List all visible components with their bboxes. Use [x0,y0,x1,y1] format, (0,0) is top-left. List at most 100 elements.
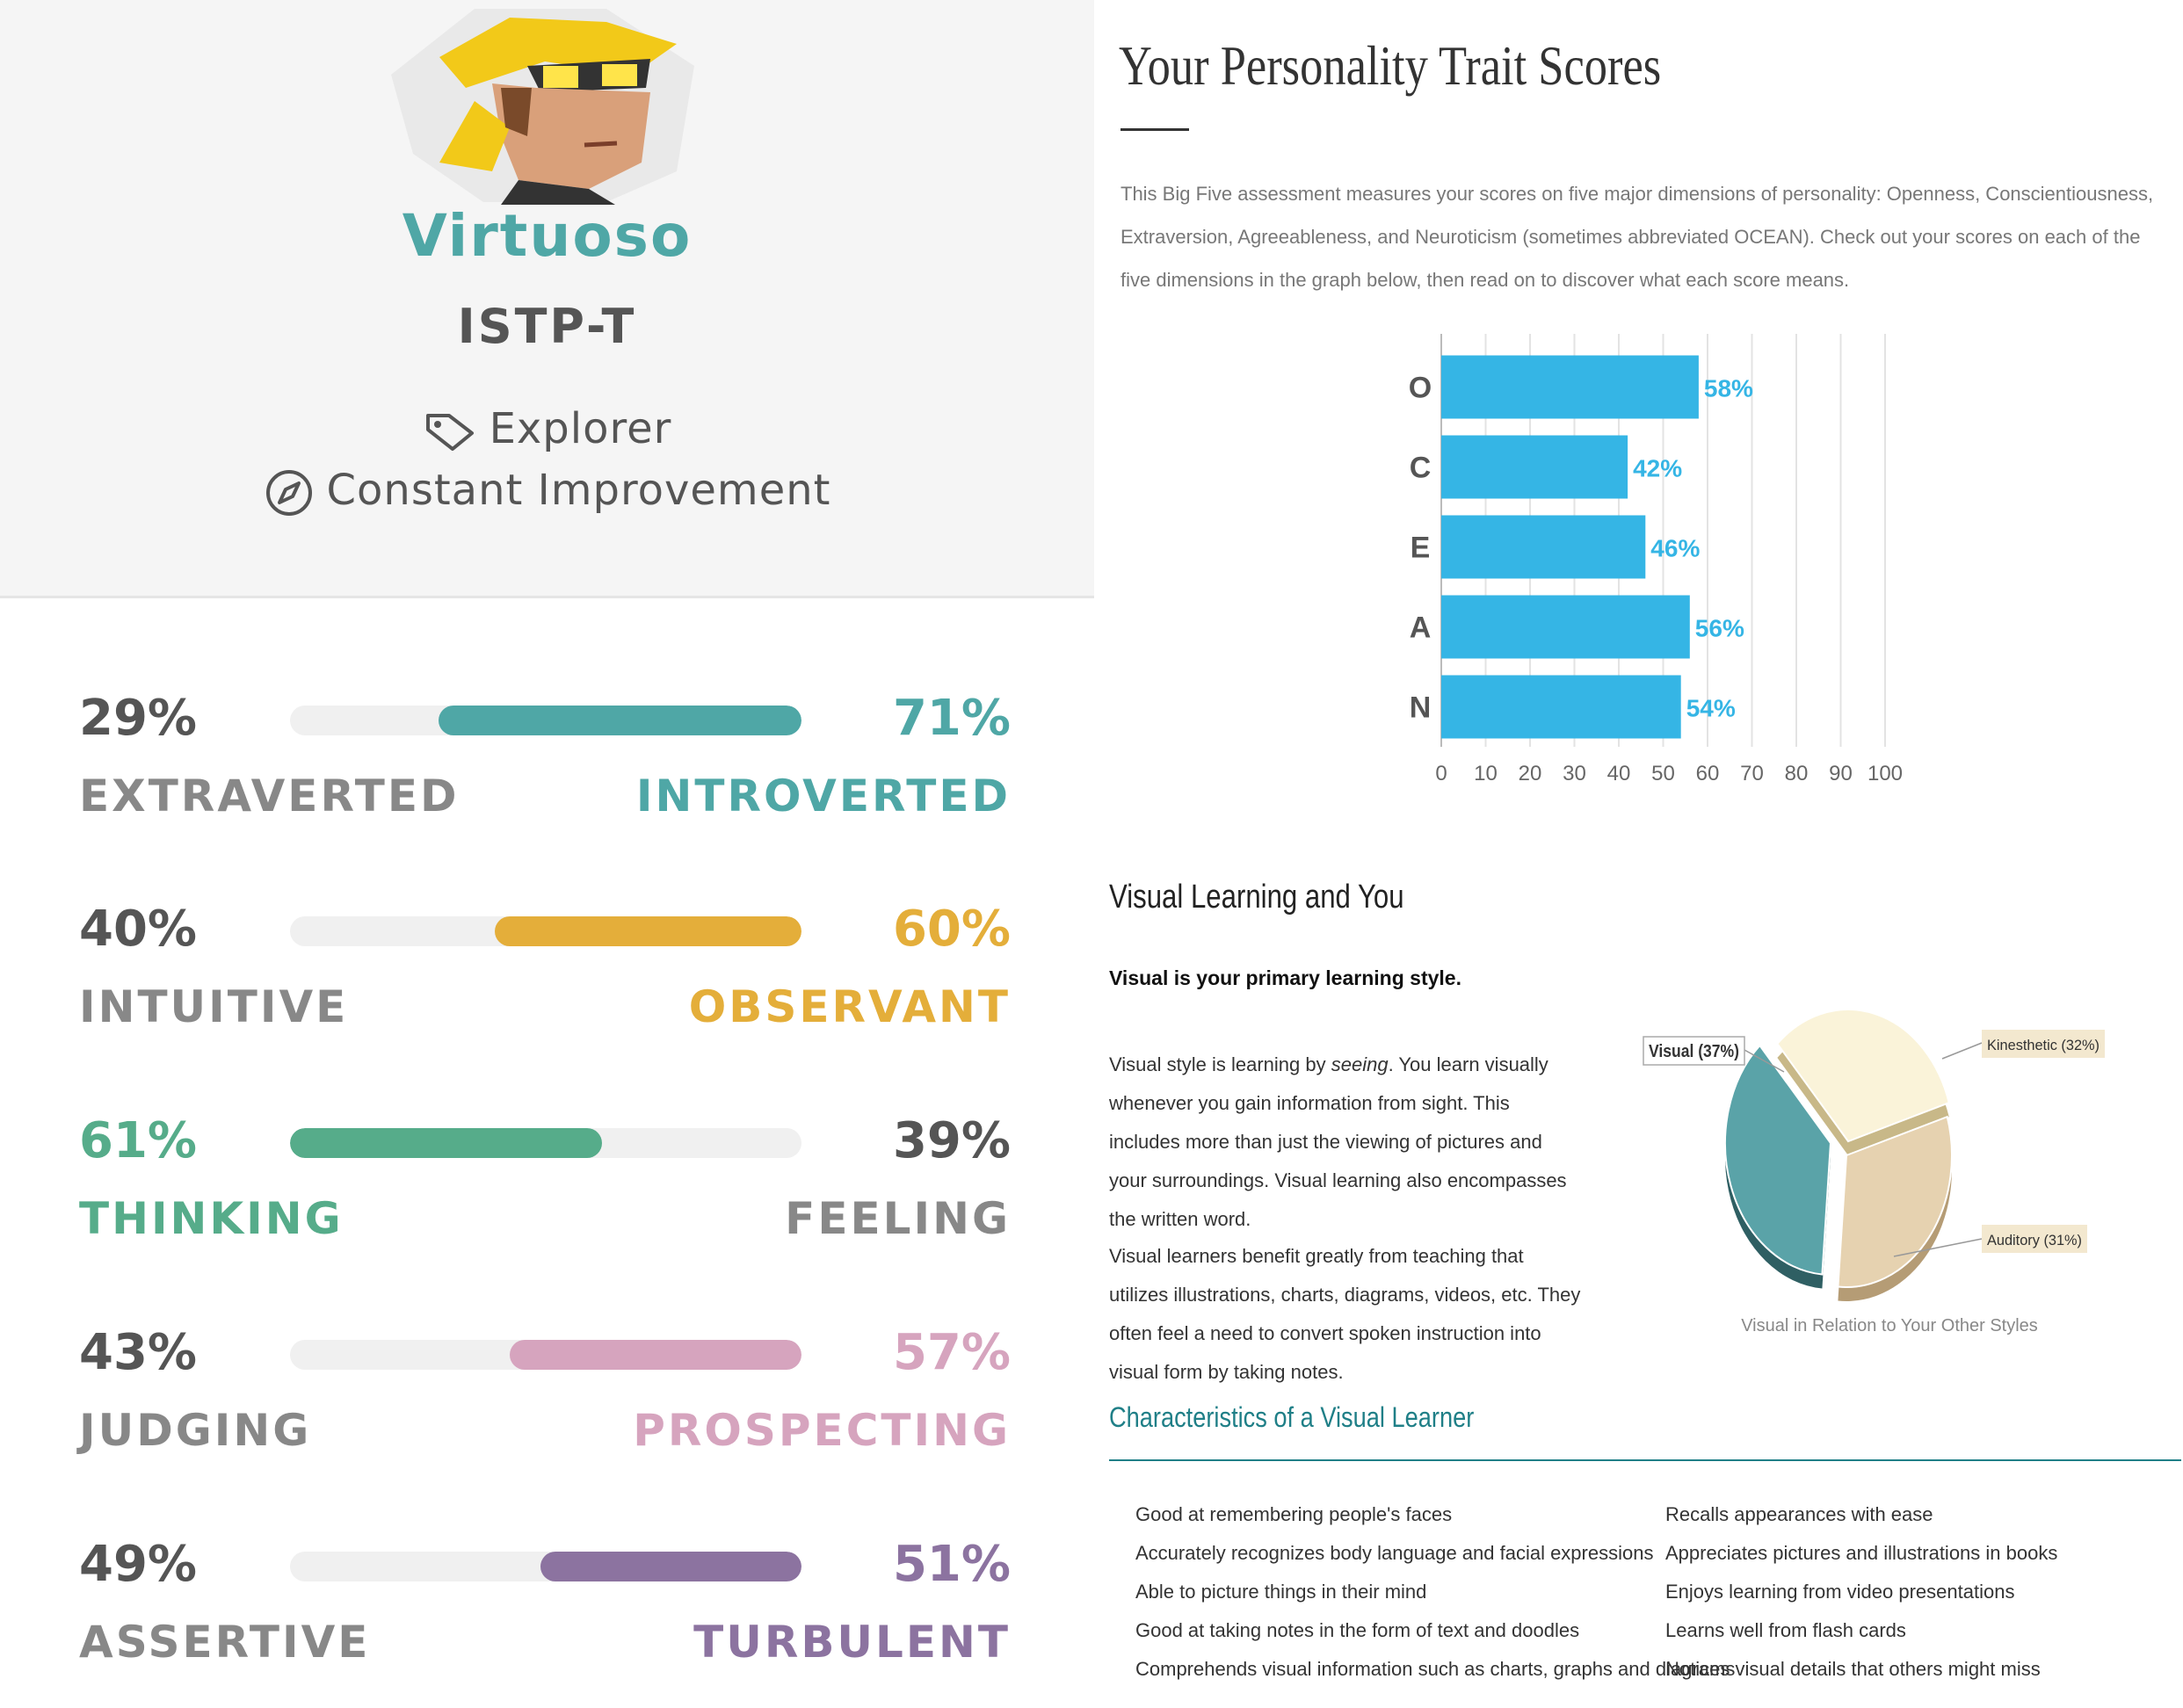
type-profile-card: Virtuoso ISTP-T Explorer Constant Improv… [0,0,1094,598]
x-tick-label: 50 [1651,762,1675,785]
category-label: O [1409,372,1432,405]
characteristic-item: Notices visual details that others might… [1665,1658,2041,1680]
characteristics-title: Characteristics of a Visual Learner [1109,1401,1475,1433]
characteristic-item: Enjoys learning from video presentations [1665,1581,2015,1603]
trait-right-label: FEELING [785,1193,1011,1244]
trait-right-percent: 39% [892,1112,1011,1169]
x-tick-label: 0 [1435,762,1447,785]
role-line: Explorer [0,404,1094,453]
trait-bar-fill [439,706,801,735]
visual-learning-subtitle: Visual is your primary learning style. [1109,966,1461,989]
trait-row: 43% 57% JUDGING PROSPECTING [79,1324,1011,1482]
pie-slice-label: Auditory (31%) [1987,1232,2082,1248]
data-label: 58% [1704,375,1753,402]
characteristic-item: Appreciates pictures and illustrations i… [1665,1542,2058,1564]
trait-right-label: INTROVERTED [635,771,1011,821]
trait-bar-fill [495,916,801,946]
trait-right-label: PROSPECTING [633,1405,1011,1456]
trait-right-label: TURBULENT [693,1617,1011,1668]
trait-left-label: THINKING [79,1193,344,1244]
role-label: Explorer [489,404,672,453]
p1-text-end: . You learn visually whenever you gain i… [1109,1053,1567,1230]
trait-left-percent: 61% [79,1112,198,1169]
characteristic-item: Accurately recognizes body language and … [1135,1542,1654,1564]
trait-bar-track [290,1552,801,1581]
characteristic-item: Good at remembering people's faces [1135,1503,1453,1525]
characteristic-item: Good at taking notes in the form of text… [1135,1619,1580,1641]
x-tick-label: 30 [1563,762,1586,785]
visual-learning-title: Visual Learning and You [1109,879,1404,916]
trait-right-label: OBSERVANT [688,981,1011,1032]
characteristic-item: Learns well from flash cards [1665,1619,1906,1641]
category-label: N [1410,691,1432,725]
trait-right-percent: 51% [892,1536,1011,1593]
bar [1441,675,1681,739]
pie-leader-line [1941,1042,1983,1060]
trait-left-percent: 29% [79,690,198,747]
trait-left-percent: 43% [79,1324,198,1381]
data-label: 54% [1686,695,1736,722]
x-tick-label: 10 [1474,762,1498,785]
p1-text-start: Visual style is learning by [1109,1053,1331,1075]
x-tick-label: 80 [1785,762,1809,785]
characteristics-divider [1109,1459,2181,1461]
trait-row: 61% 39% THINKING FEELING [79,1112,1011,1270]
virtuoso-avatar [391,9,694,205]
category-label: E [1411,532,1431,565]
trait-bar-fill [540,1552,801,1581]
p1-emphasis: seeing [1331,1053,1389,1075]
characteristics-list-left: Good at remembering people's faces Accura… [1135,1495,1735,1689]
learning-style-pie-chart: Visual (37%) Kinesthetic (32%) Auditory (3… [1643,1009,2105,1301]
trait-row: 40% 60% INTUITIVE OBSERVANT [79,901,1011,1059]
trait-left-label: JUDGING [79,1405,312,1456]
trait-row: 29% 71% EXTRAVERTED INTROVERTED [79,690,1011,848]
x-tick-label: 40 [1607,762,1631,785]
type-name: Virtuoso [402,202,693,270]
x-tick-label: 70 [1740,762,1764,785]
x-tick-label: 20 [1519,762,1542,785]
data-label: 56% [1695,615,1744,642]
trait-bar-track [290,706,801,735]
pie-caption: Visual in Relation to Your Other Styles [1741,1316,2038,1335]
trait-right-percent: 71% [892,690,1011,747]
trait-right-percent: 57% [892,1324,1011,1381]
trait-bar-fill [290,1128,602,1158]
trait-left-label: INTUITIVE [79,981,349,1032]
characteristic-item: Able to picture things in their mind [1135,1581,1427,1603]
title-divider [1121,128,1189,131]
trait-bar-track [290,1340,801,1370]
trait-left-percent: 40% [79,901,198,958]
trait-bar-track [290,916,801,946]
x-tick-label: 100 [1868,762,1903,785]
trait-left-percent: 49% [79,1536,198,1593]
ocean-description: This Big Five assessment measures your s… [1121,183,2154,291]
x-tick-label: 90 [1829,762,1853,785]
trait-right-percent: 60% [892,901,1011,958]
trait-bar-track [290,1128,801,1158]
pie-slice-label: Kinesthetic (32%) [1987,1037,2100,1053]
visual-learning-paragraph-1: Visual style is learning by seeing. You … [1109,1046,1584,1239]
bar [1441,355,1699,419]
category-label: A [1410,612,1432,645]
pie-slice-label: Visual (37%) [1649,1042,1739,1061]
trait-row: 49% 51% ASSERTIVE TURBULENT [79,1536,1011,1694]
visual-learning-paragraph-2: Visual learners benefit greatly from tea… [1109,1245,1581,1383]
bar [1441,595,1690,659]
data-label: 46% [1650,535,1700,562]
trait-left-label: ASSERTIVE [79,1617,371,1668]
trait-bar-fill [510,1340,801,1370]
tag-icon [425,414,474,451]
type-code: ISTP-T [457,299,637,354]
bar [1441,435,1628,499]
bar [1441,515,1646,579]
compass-icon [265,470,312,516]
x-tick-label: 60 [1696,762,1720,785]
data-label: 42% [1633,455,1682,482]
characteristic-item: Recalls appearances with ease [1665,1503,1933,1525]
characteristics-list-right: Recalls appearances with ease Appreciates… [1665,1495,2057,1689]
trait-left-label: EXTRAVERTED [79,771,460,821]
characteristic-item: Comprehends visual information such as c… [1135,1658,1736,1680]
ocean-bar-chart: 0 10 20 30 40 50 60 70 80 90 100 O 58% C 42% E 46% A 56% N 5… [1409,334,1903,785]
category-label: C [1410,452,1432,485]
strategy-label: Constant Improvement [326,466,831,515]
